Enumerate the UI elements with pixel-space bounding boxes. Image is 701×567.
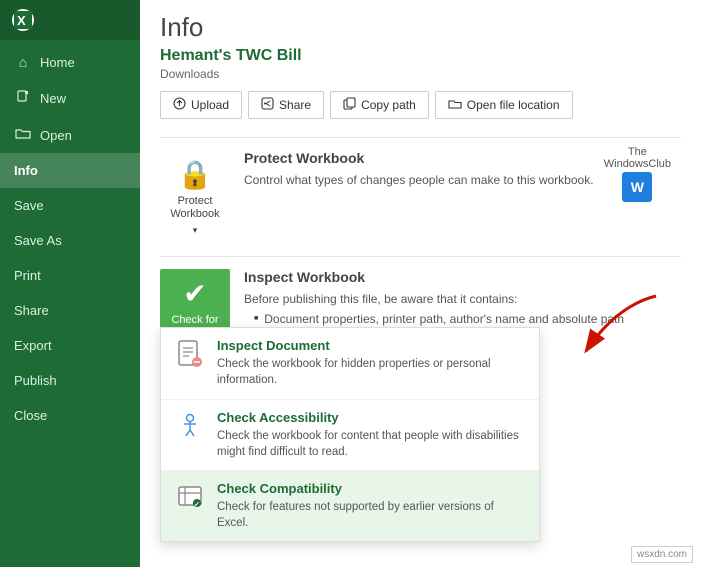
file-name: Hemant's TWC Bill: [160, 47, 681, 65]
main-header: Info Hemant's TWC Bill Downloads Upload …: [140, 0, 701, 137]
site-watermark: wsxdn.com: [631, 546, 693, 563]
compatibility-desc: Check for features not supported by earl…: [217, 499, 525, 531]
sidebar-item-label: Save As: [14, 233, 62, 248]
check-accessibility-item[interactable]: Check Accessibility Check the workbook f…: [161, 400, 539, 471]
sidebar-item-export[interactable]: Export: [0, 328, 140, 363]
sidebar-item-print[interactable]: Print: [0, 258, 140, 293]
share-button[interactable]: Share: [248, 91, 324, 119]
open-icon: [14, 127, 32, 143]
sidebar-item-info[interactable]: Info: [0, 153, 140, 188]
inspect-document-desc: Check the workbook for hidden properties…: [217, 356, 525, 388]
sidebar-item-label: Publish: [14, 373, 57, 388]
sidebar-item-share[interactable]: Share: [0, 293, 140, 328]
sidebar-item-label: Open: [40, 128, 72, 143]
inspect-section-desc: Before publishing this file, be aware th…: [244, 290, 681, 308]
app-icon: X: [12, 9, 34, 31]
inspect-document-body: Inspect Document Check the workbook for …: [217, 338, 525, 388]
svg-text:✓: ✓: [194, 501, 200, 508]
open-file-location-button[interactable]: Open file location: [435, 91, 573, 119]
watermark-logo: W: [622, 172, 652, 202]
sidebar-item-open[interactable]: Open: [0, 117, 140, 153]
sidebar-item-label: Close: [14, 408, 47, 423]
accessibility-body: Check Accessibility Check the workbook f…: [217, 410, 525, 460]
info-sections: 🔒 ProtectWorkbook ▾ Protect Workbook Con…: [140, 137, 701, 567]
sidebar-item-publish[interactable]: Publish: [0, 363, 140, 398]
protect-button-label: ProtectWorkbook: [170, 195, 219, 221]
file-location: Downloads: [160, 67, 681, 81]
compatibility-title: Check Compatibility: [217, 481, 525, 496]
sidebar-item-label: Share: [14, 303, 49, 318]
watermark: The WindowsClub W: [604, 146, 671, 202]
inspect-section-title: Inspect Workbook: [244, 269, 681, 285]
compatibility-body: Check Compatibility Check for features n…: [217, 481, 525, 531]
inspect-section: ✔ Check forIssues ▾ Inspect Workbook Bef…: [160, 256, 681, 375]
sidebar-item-new[interactable]: New: [0, 80, 140, 117]
open-file-location-label: Open file location: [467, 98, 560, 112]
action-buttons: Upload Share Copy path Open file locatio…: [160, 91, 681, 119]
protect-workbook-button[interactable]: 🔒 ProtectWorkbook ▾: [160, 150, 230, 244]
watermark-line1: The: [628, 146, 647, 158]
watermark-line2: WindowsClub: [604, 158, 671, 170]
sidebar-header: X: [0, 0, 140, 40]
new-icon: [14, 90, 32, 107]
open-file-location-icon: [448, 98, 462, 113]
check-compatibility-item[interactable]: ✓ Check Compatibility Check for features…: [161, 471, 539, 541]
bullet-item: Document properties, printer path, autho…: [254, 312, 681, 326]
sidebar-item-label: Print: [14, 268, 41, 283]
sidebar-item-save-as[interactable]: Save As: [0, 223, 140, 258]
home-icon: ⌂: [14, 54, 32, 70]
inspect-document-icon: [175, 340, 205, 377]
upload-icon: [173, 97, 186, 113]
inspect-document-title: Inspect Document: [217, 338, 525, 353]
accessibility-desc: Check the workbook for content that peop…: [217, 428, 525, 460]
share-icon: [261, 97, 274, 113]
sidebar-item-label: New: [40, 91, 66, 106]
protect-chevron-icon: ▾: [193, 225, 198, 236]
lock-icon: 🔒: [178, 158, 213, 191]
sidebar-item-label: Info: [14, 163, 38, 178]
upload-button[interactable]: Upload: [160, 91, 242, 119]
checkmark-icon: ✔: [183, 277, 206, 310]
sidebar-item-close[interactable]: Close: [0, 398, 140, 433]
main-content: Info Hemant's TWC Bill Downloads Upload …: [140, 0, 701, 567]
sidebar-item-label: Save: [14, 198, 44, 213]
accessibility-title: Check Accessibility: [217, 410, 525, 425]
svg-text:X: X: [17, 13, 26, 28]
page-title: Info: [160, 12, 681, 43]
copy-path-icon: [343, 97, 356, 113]
inspect-document-item[interactable]: Inspect Document Check the workbook for …: [161, 328, 539, 399]
share-label: Share: [279, 98, 311, 112]
upload-label: Upload: [191, 98, 229, 112]
copy-path-label: Copy path: [361, 98, 416, 112]
sidebar: X ⌂ Home New Open Info Save Save As: [0, 0, 140, 567]
sidebar-nav: ⌂ Home New Open Info Save Save As Print: [0, 40, 140, 433]
compatibility-icon: ✓: [175, 483, 205, 520]
inspect-dropdown: Inspect Document Check the workbook for …: [160, 327, 540, 542]
protect-section: 🔒 ProtectWorkbook ▾ Protect Workbook Con…: [160, 137, 681, 256]
copy-path-button[interactable]: Copy path: [330, 91, 429, 119]
sidebar-item-home[interactable]: ⌂ Home: [0, 44, 140, 80]
sidebar-item-save[interactable]: Save: [0, 188, 140, 223]
accessibility-icon: [175, 412, 205, 449]
sidebar-item-label: Home: [40, 55, 75, 70]
sidebar-item-label: Export: [14, 338, 52, 353]
